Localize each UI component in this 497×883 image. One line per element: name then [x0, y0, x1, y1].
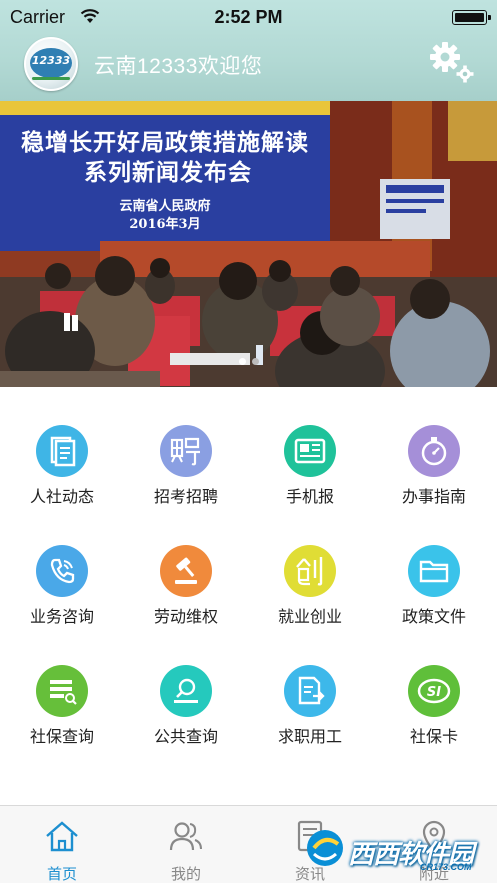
phone-icon [36, 545, 88, 597]
pin-character-icon [160, 425, 212, 477]
service-label: 政策文件 [401, 609, 466, 626]
service-label: 求职用工 [277, 729, 342, 746]
carousel-dot-2[interactable] [251, 358, 259, 365]
banner-issuer: 云南省人民政府 [119, 199, 211, 214]
service-item-hr-news[interactable]: 人社动态 [0, 387, 124, 507]
battery-icon [452, 10, 491, 25]
service-item-guide[interactable]: 办事指南 [372, 387, 496, 507]
service-item-recruitment[interactable]: 招考招聘 [124, 387, 248, 507]
watermark-logo: 西西软件园 CR173.COM [300, 824, 480, 876]
banner-date: 2016年3月 [129, 217, 201, 232]
service-item-employment[interactable]: 就业创业 [248, 507, 372, 627]
service-label: 手机报 [285, 489, 334, 506]
service-label: 公共查询 [153, 729, 218, 746]
folder-icon [408, 545, 460, 597]
watermark-url: CR173.COM [420, 862, 472, 872]
service-label: 业务咨询 [29, 609, 94, 626]
watermark-emblem [307, 830, 343, 866]
si-card-icon: SI [408, 665, 460, 717]
settings-gear-icon[interactable] [428, 40, 476, 84]
service-item-social-insurance-query[interactable]: 社保查询 [0, 627, 124, 747]
service-label: 招考招聘 [153, 489, 218, 506]
compass-icon [408, 425, 460, 477]
app-logo: 12333 [24, 37, 78, 91]
tab-home[interactable]: 首页 [0, 806, 124, 883]
service-item-public-query[interactable]: 公共查询 [124, 627, 248, 747]
status-bar: Carrier 2:52 PM [0, 0, 497, 34]
carousel-dot-1[interactable] [238, 358, 246, 365]
service-label: 社保卡 [409, 729, 458, 746]
carousel-pager[interactable] [0, 352, 497, 365]
svg-text:SI: SI [427, 685, 441, 700]
service-label: 劳动维权 [153, 609, 218, 626]
banner-headline-line1: 稳增长开好局政策措施解读 [21, 129, 309, 156]
top-header-area: Carrier 2:52 PM 12333 云南12333欢迎您 [0, 0, 497, 101]
resume-icon [284, 665, 336, 717]
tab-mine[interactable]: 我的 [124, 806, 248, 883]
person-search-icon [160, 665, 212, 717]
service-item-si-card[interactable]: SI 社保卡 [372, 627, 496, 747]
service-label: 就业创业 [277, 609, 342, 626]
logo-text: 12333 [31, 54, 71, 67]
service-label: 社保查询 [29, 729, 94, 746]
tab-label: 首页 [46, 866, 77, 883]
service-item-policy-docs[interactable]: 政策文件 [372, 507, 496, 627]
service-item-mobile-paper[interactable]: 手机报 [248, 387, 372, 507]
app-title: 云南12333欢迎您 [94, 55, 263, 78]
users-icon [169, 822, 202, 851]
service-label: 办事指南 [401, 489, 466, 506]
tab-label: 我的 [170, 866, 201, 883]
home-icon [46, 821, 78, 852]
newspaper-icon [284, 425, 336, 477]
service-item-jobs[interactable]: 求职用工 [248, 627, 372, 747]
service-label: 人社动态 [29, 489, 94, 506]
service-grid: 人社动态 招考招聘 手机报 办事指南 业务咨询 劳动维权 就业创业 政策文件 社… [0, 387, 497, 805]
status-time: 2:52 PM [214, 7, 283, 27]
chuang-character-icon [284, 545, 336, 597]
list-search-icon [36, 665, 88, 717]
banner-headline-line2: 系列新闻发布会 [84, 159, 252, 186]
gavel-icon [160, 545, 212, 597]
news-banner-carousel[interactable]: 稳增长开好局政策措施解读 系列新闻发布会 云南省人民政府 2016年3月 [0, 101, 497, 387]
document-icon [36, 425, 88, 477]
service-item-labor-rights[interactable]: 劳动维权 [124, 507, 248, 627]
service-item-consult[interactable]: 业务咨询 [0, 507, 124, 627]
